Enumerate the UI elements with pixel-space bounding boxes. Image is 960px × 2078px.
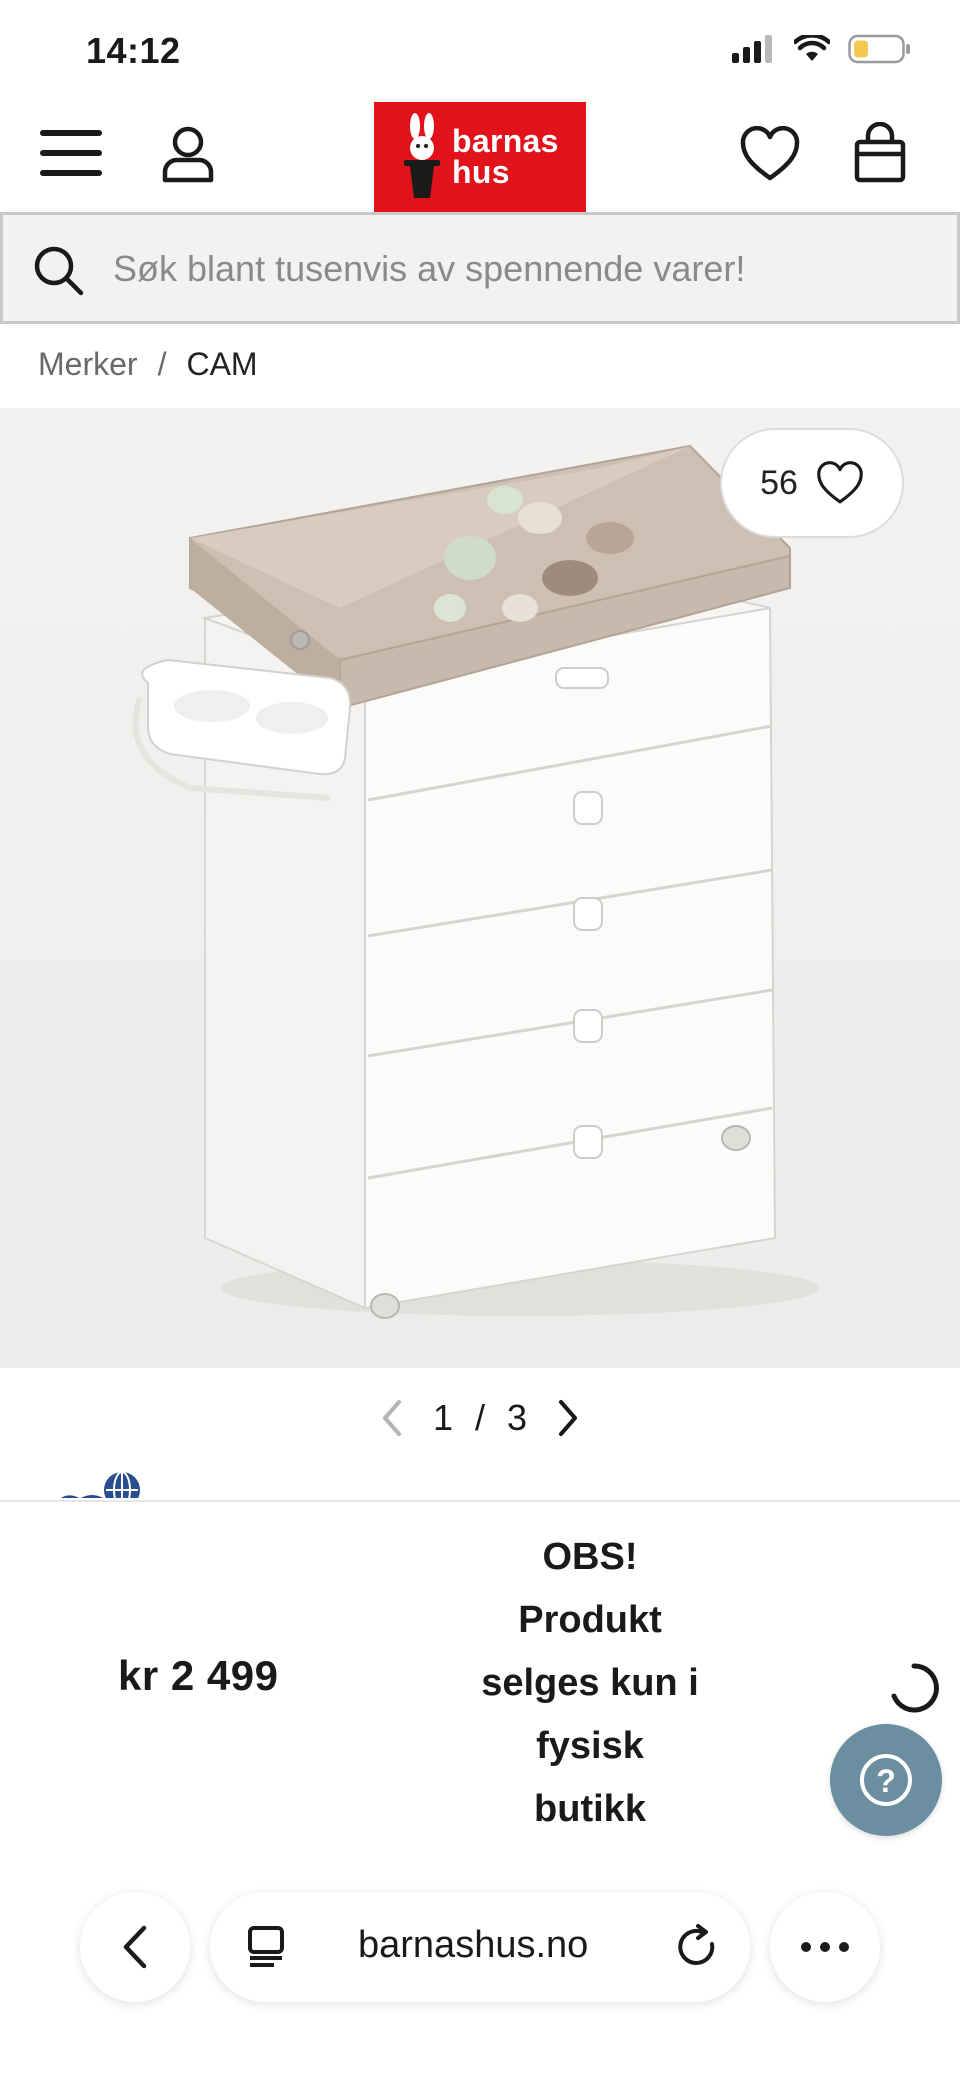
help-button[interactable]: ? (830, 1724, 942, 1836)
notice-line: fysisk (536, 1725, 644, 1767)
menu-button[interactable] (40, 130, 102, 180)
more-dots-icon (801, 1942, 849, 1952)
status-bar: 14:12 (0, 0, 960, 100)
globe-logo-icon (60, 1471, 140, 1498)
wifi-icon (794, 35, 830, 61)
breadcrumb-item-cam[interactable]: CAM (186, 346, 257, 383)
breadcrumb-separator: / (157, 346, 167, 382)
heart-icon (740, 125, 800, 181)
search-input[interactable] (113, 237, 933, 301)
bunny-hat-logo-icon (404, 113, 440, 198)
previous-image-button[interactable] (371, 1393, 411, 1443)
chevron-left-icon (123, 1925, 147, 1969)
help-label: ? (876, 1763, 896, 1799)
store-only-notice: OBS! Produkt selges kun i fysisk butikk (440, 1526, 740, 1841)
logo-text-line1: barnas (452, 123, 559, 159)
browser-address-bar[interactable]: barnashus.no (210, 1892, 750, 2002)
breadcrumb-item-merker[interactable]: Merker (38, 346, 138, 383)
chevron-left-icon (382, 1400, 401, 1436)
logo-text-line2: hus (452, 154, 510, 190)
search-bar (0, 212, 960, 324)
cart-button[interactable] (852, 121, 908, 184)
battery-icon (848, 34, 910, 64)
pager-total: 3 (507, 1397, 528, 1438)
product-price: kr 2 499 (118, 1652, 279, 1699)
pager-separator: / (474, 1397, 485, 1438)
menu-icon (40, 130, 102, 136)
notice-line: OBS! (542, 1536, 638, 1578)
shopping-bag-icon (854, 121, 906, 183)
status-time: 14:12 (86, 30, 181, 71)
browser-toolbar: barnashus.no (0, 1872, 960, 2078)
notice-line: Produkt (518, 1599, 662, 1641)
image-pager: 1 / 3 (0, 1378, 960, 1458)
cellular-signal-icon (732, 35, 772, 63)
product-gallery[interactable] (0, 408, 960, 1368)
wishlist-button[interactable] (740, 125, 800, 182)
help-icon: ? (860, 1754, 912, 1806)
changing-table-dresser-image (0, 408, 960, 1368)
pager-current: 1 (432, 1397, 453, 1438)
browser-back-button[interactable] (80, 1892, 190, 2002)
site-logo[interactable]: barnas hus (374, 102, 586, 212)
site-header: barnas hus (0, 100, 960, 212)
favorite-count: 56 (760, 463, 798, 502)
brand-logo[interactable] (58, 1464, 168, 1498)
next-image-button[interactable] (549, 1393, 589, 1443)
heart-icon (817, 461, 863, 504)
chevron-right-icon (559, 1400, 578, 1436)
purchase-bar: kr 2 499 OBS! Produkt selges kun i fysis… (0, 1500, 960, 1872)
notice-line: selges kun i (481, 1662, 699, 1704)
loading-spinner-icon (891, 1663, 939, 1713)
status-icons (732, 34, 912, 64)
browser-more-button[interactable] (770, 1892, 880, 2002)
user-icon (162, 126, 214, 183)
favorite-count-button[interactable]: 56 (720, 428, 904, 538)
notice-line: butikk (534, 1788, 646, 1830)
reload-icon[interactable] (672, 1922, 722, 1972)
search-icon[interactable] (33, 245, 85, 297)
browser-url: barnashus.no (358, 1924, 589, 1966)
breadcrumb: Merker / CAM (38, 346, 258, 383)
account-button[interactable] (160, 124, 216, 184)
page-menu-icon[interactable] (246, 1924, 286, 1968)
logo-text: barnas hus (442, 123, 559, 190)
